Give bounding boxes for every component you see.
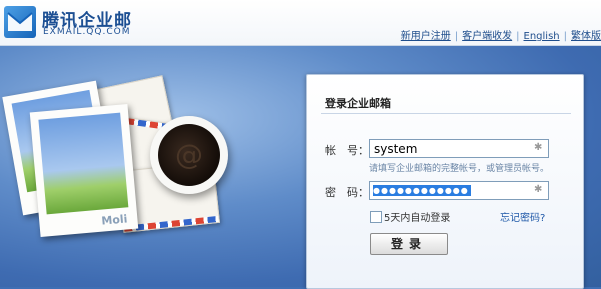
sprout-picture (38, 112, 129, 215)
logo-subtitle: EXMAIL.QQ.COM (43, 27, 131, 37)
password-input[interactable]: ●●●●●●●●●●●● (373, 185, 471, 196)
link-separator: | (516, 31, 520, 42)
link-separator: | (454, 31, 459, 42)
client-link[interactable]: 客户端收发 (462, 31, 512, 42)
header-links: 新用户注册 | 客户端收发 | English | 繁体版 (401, 27, 601, 42)
photo-brand: Moli (100, 212, 128, 228)
login-button[interactable]: 登录 (370, 233, 448, 255)
account-input[interactable] (370, 140, 534, 157)
account-label: 帐 号： (325, 144, 369, 157)
link-separator: | (563, 31, 567, 42)
photo-front: Moli (29, 103, 139, 238)
login-panel: 登录企业邮箱 帐 号： ✱ 请填写企业邮箱的完整帐号，或管理员帐号。 密 码： … (306, 74, 584, 289)
keyboard-icon[interactable]: ✱ (534, 142, 545, 153)
coffee-cup-image: @ (150, 116, 228, 194)
english-link[interactable]: English (524, 31, 560, 42)
top-bar: 腾讯企业邮 EXMAIL.QQ.COM 新用户注册 | 客户端收发 | English |… (0, 0, 601, 46)
password-field[interactable]: ●●●●●●●●●●●● ✱ (369, 181, 549, 200)
account-field[interactable]: ✱ (369, 139, 549, 158)
exmail-logo-icon (4, 6, 36, 38)
traditional-link[interactable]: 繁体版 (571, 31, 601, 42)
login-title: 登录企业邮箱 (325, 97, 391, 110)
forgot-password-link[interactable]: 忘记密码? (500, 209, 545, 224)
remember-checkbox[interactable] (370, 211, 382, 223)
password-label: 密 码： (325, 186, 369, 199)
register-link[interactable]: 新用户注册 (401, 31, 451, 42)
account-hint: 请填写企业邮箱的完整帐号，或管理员帐号。 (369, 164, 550, 174)
keyboard-icon[interactable]: ✱ (534, 184, 545, 195)
at-symbol: @ (175, 138, 203, 171)
title-divider (321, 113, 571, 114)
remember-label[interactable]: 5天内自动登录 (384, 209, 450, 224)
